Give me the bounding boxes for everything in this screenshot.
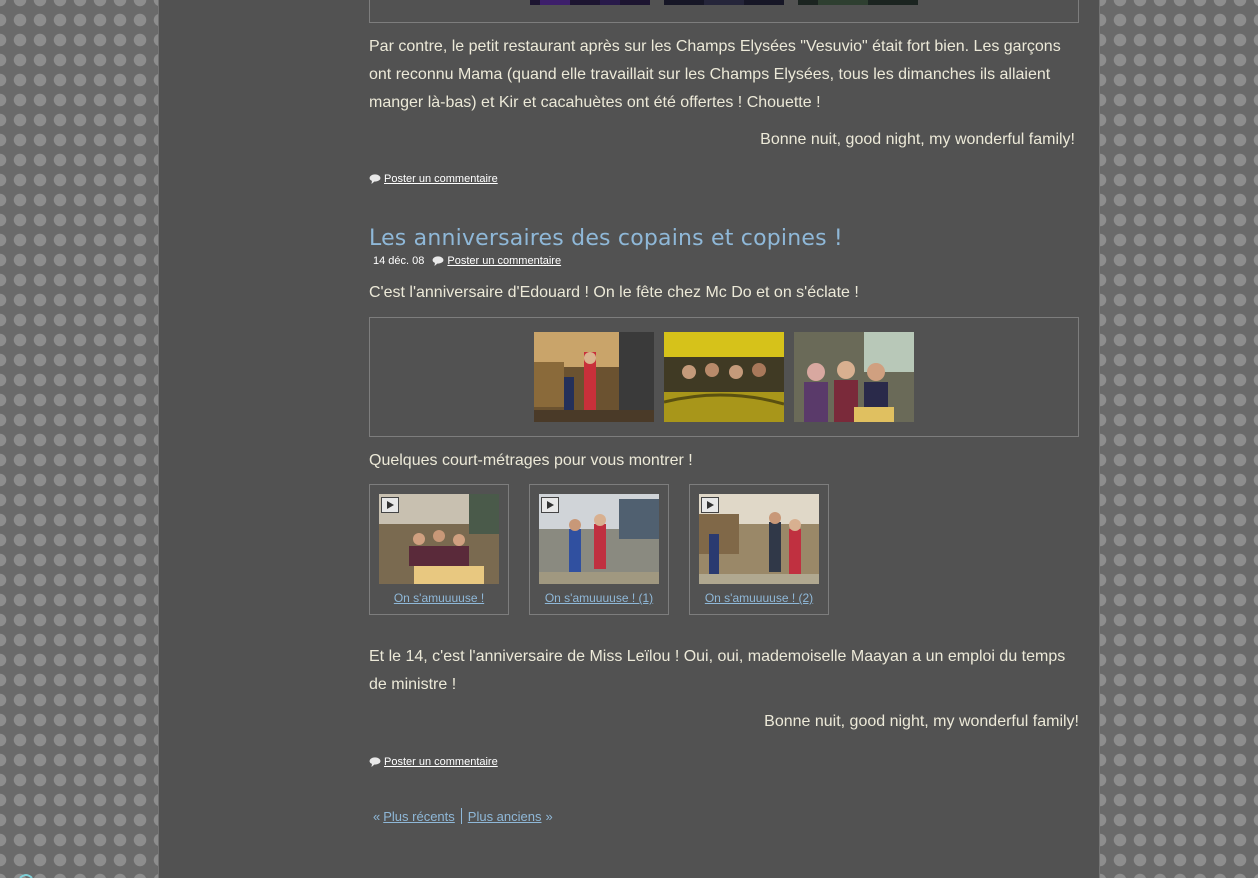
post-paragraph: Par contre, le petit restaurant après su… (369, 38, 1061, 111)
video-card[interactable]: On s'amuuuuse ! (1) (529, 484, 669, 615)
comment-link-label: Poster un commentaire (384, 173, 498, 185)
post-date: 14 déc. 08 (373, 255, 425, 267)
video-card[interactable]: On s'amuuuuse ! (2) (689, 484, 829, 615)
play-icon (701, 497, 719, 513)
comment-bubble-icon (369, 174, 381, 184)
comment-bubble-icon (432, 256, 444, 266)
gallery-photo[interactable] (664, 0, 784, 5)
older-posts-link[interactable]: Plus anciens (468, 809, 542, 824)
pager-right-quote: » (545, 808, 553, 824)
comment-link-label: Poster un commentaire (384, 756, 498, 768)
videos-intro: Quelques court-métrages pour vous montre… (369, 452, 693, 469)
meta-comment-label: Poster un commentaire (447, 255, 562, 267)
comment-bubble-icon (369, 757, 381, 767)
pager-separator (460, 808, 462, 824)
post-comment-link[interactable]: Poster un commentaire (369, 173, 498, 185)
gallery-photo[interactable] (798, 0, 918, 5)
gallery-photo[interactable] (534, 332, 654, 422)
video-caption[interactable]: On s'amuuuuse ! (370, 591, 508, 605)
post-signoff: Bonne nuit, good night, my wonderful fam… (764, 713, 1079, 730)
post-signoff: Bonne nuit, good night, my wonderful fam… (760, 131, 1075, 148)
play-icon (541, 497, 559, 513)
video-caption[interactable]: On s'amuuuuse ! (2) (690, 591, 828, 605)
gallery-photo[interactable] (794, 332, 914, 422)
pager-left-quote: « (373, 808, 381, 824)
corner-decoration-icon (19, 874, 33, 878)
post-intro: C'est l'anniversaire d'Edouard ! On le f… (369, 284, 859, 301)
newer-posts-link[interactable]: Plus récents (383, 809, 455, 824)
gallery-photo[interactable] (664, 332, 784, 422)
video-caption[interactable]: On s'amuuuuse ! (1) (530, 591, 668, 605)
video-card[interactable]: On s'amuuuuse ! (369, 484, 509, 615)
post-meta: 14 déc. 08 Poster un commentaire (373, 255, 561, 267)
pagination: « Plus récents Plus anciens » (373, 808, 553, 824)
post-comment-link[interactable]: Poster un commentaire (369, 756, 498, 768)
play-icon (381, 497, 399, 513)
blog-page: Par contre, le petit restaurant après su… (158, 0, 1100, 878)
photo-gallery (369, 317, 1079, 437)
gallery-photo[interactable] (530, 0, 650, 5)
previous-gallery (369, 0, 1079, 23)
meta-comment-link[interactable]: Poster un commentaire (432, 255, 561, 267)
post-paragraph: Et le 14, c'est l'anniversaire de Miss L… (369, 648, 1066, 693)
post-title[interactable]: Les anniversaires des copains et copines… (369, 226, 843, 251)
